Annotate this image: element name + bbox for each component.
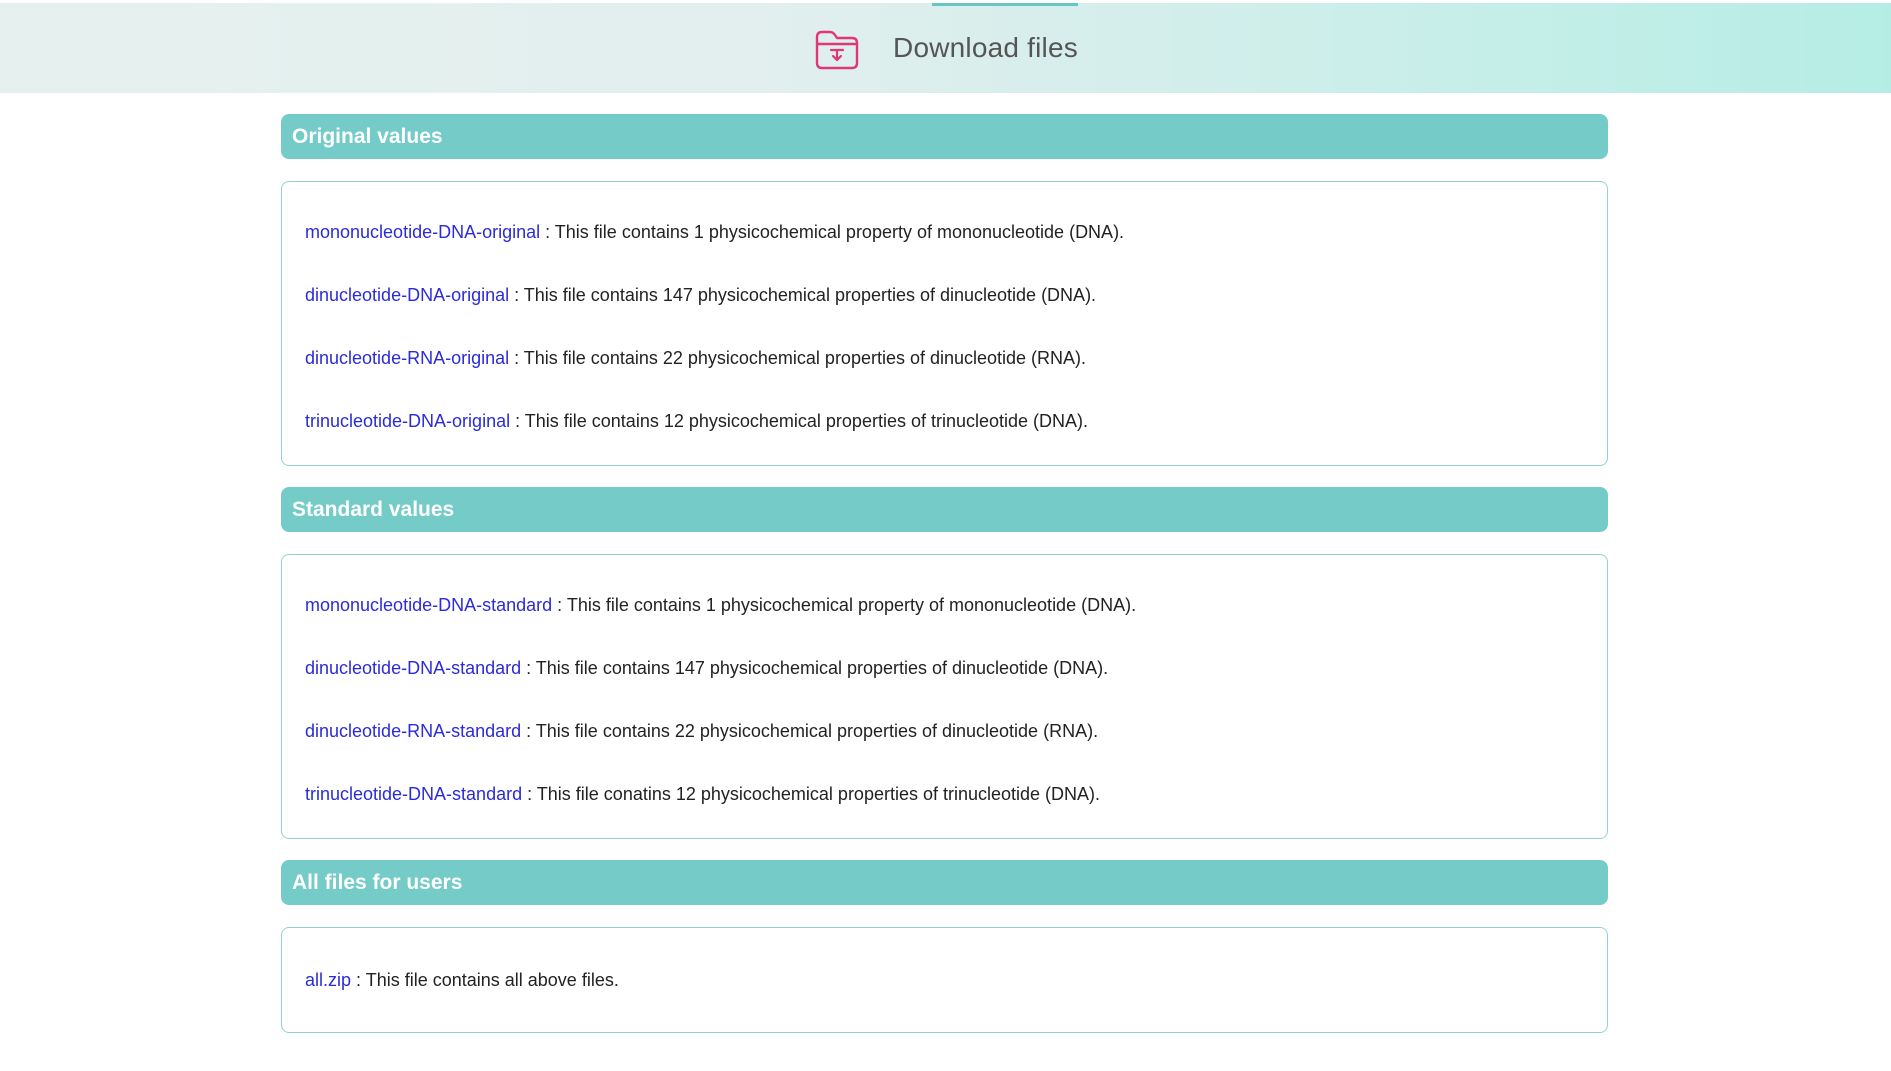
main-content: Original values mononucleotide-DNA-origi… xyxy=(281,114,1608,1054)
section-title: All files for users xyxy=(292,870,463,894)
file-list-original: mononucleotide-DNA-original : This file … xyxy=(281,181,1608,466)
list-item: dinucleotide-DNA-standard : This file co… xyxy=(305,656,1584,680)
list-item: dinucleotide-RNA-standard : This file co… xyxy=(305,719,1584,743)
file-description: : This file contains 147 physicochemical… xyxy=(509,285,1097,305)
download-link-mononucleotide-dna-standard[interactable]: mononucleotide-DNA-standard xyxy=(305,595,552,615)
list-item: mononucleotide-DNA-standard : This file … xyxy=(305,593,1584,617)
list-item: trinucleotide-DNA-standard : This file c… xyxy=(305,782,1584,806)
list-item: dinucleotide-DNA-original : This file co… xyxy=(305,283,1584,307)
download-link-mononucleotide-dna-original[interactable]: mononucleotide-DNA-original xyxy=(305,222,540,242)
download-folder-icon xyxy=(815,30,859,70)
file-description: : This file contains 147 physicochemical… xyxy=(521,658,1109,678)
section-header-standard: Standard values xyxy=(281,487,1608,532)
section-title: Standard values xyxy=(292,497,455,521)
download-link-all-zip[interactable]: all.zip xyxy=(305,970,351,990)
file-description: : This file contains all above files. xyxy=(351,970,619,990)
download-link-dinucleotide-dna-original[interactable]: dinucleotide-DNA-original xyxy=(305,285,509,305)
section-header-original: Original values xyxy=(281,114,1608,159)
list-item: all.zip : This file contains all above f… xyxy=(305,968,1584,992)
download-link-dinucleotide-dna-standard[interactable]: dinucleotide-DNA-standard xyxy=(305,658,521,678)
list-item: dinucleotide-RNA-original : This file co… xyxy=(305,346,1584,370)
file-description: : This file contains 22 physicochemical … xyxy=(509,348,1087,368)
list-item: trinucleotide-DNA-original : This file c… xyxy=(305,409,1584,433)
download-link-trinucleotide-dna-standard[interactable]: trinucleotide-DNA-standard xyxy=(305,784,522,804)
file-description: : This file contains 12 physicochemical … xyxy=(510,411,1089,431)
section-title: Original values xyxy=(292,124,443,148)
page-title: Download files xyxy=(893,32,1078,63)
file-description: : This file contains 22 physicochemical … xyxy=(521,721,1099,741)
download-link-dinucleotide-rna-original[interactable]: dinucleotide-RNA-original xyxy=(305,348,509,368)
section-header-all-files: All files for users xyxy=(281,860,1608,905)
file-list-all: all.zip : This file contains all above f… xyxy=(281,927,1608,1033)
page-header: Download files xyxy=(0,3,1891,93)
download-link-trinucleotide-dna-original[interactable]: trinucleotide-DNA-original xyxy=(305,411,510,431)
list-item: mononucleotide-DNA-original : This file … xyxy=(305,220,1584,244)
file-list-standard: mononucleotide-DNA-standard : This file … xyxy=(281,554,1608,839)
file-description: : This file contains 1 physicochemical p… xyxy=(552,595,1137,615)
header-content: Download files xyxy=(0,3,1891,93)
download-link-dinucleotide-rna-standard[interactable]: dinucleotide-RNA-standard xyxy=(305,721,521,741)
file-description: : This file contains 1 physicochemical p… xyxy=(540,222,1125,242)
file-description: : This file conatins 12 physicochemical … xyxy=(522,784,1101,804)
